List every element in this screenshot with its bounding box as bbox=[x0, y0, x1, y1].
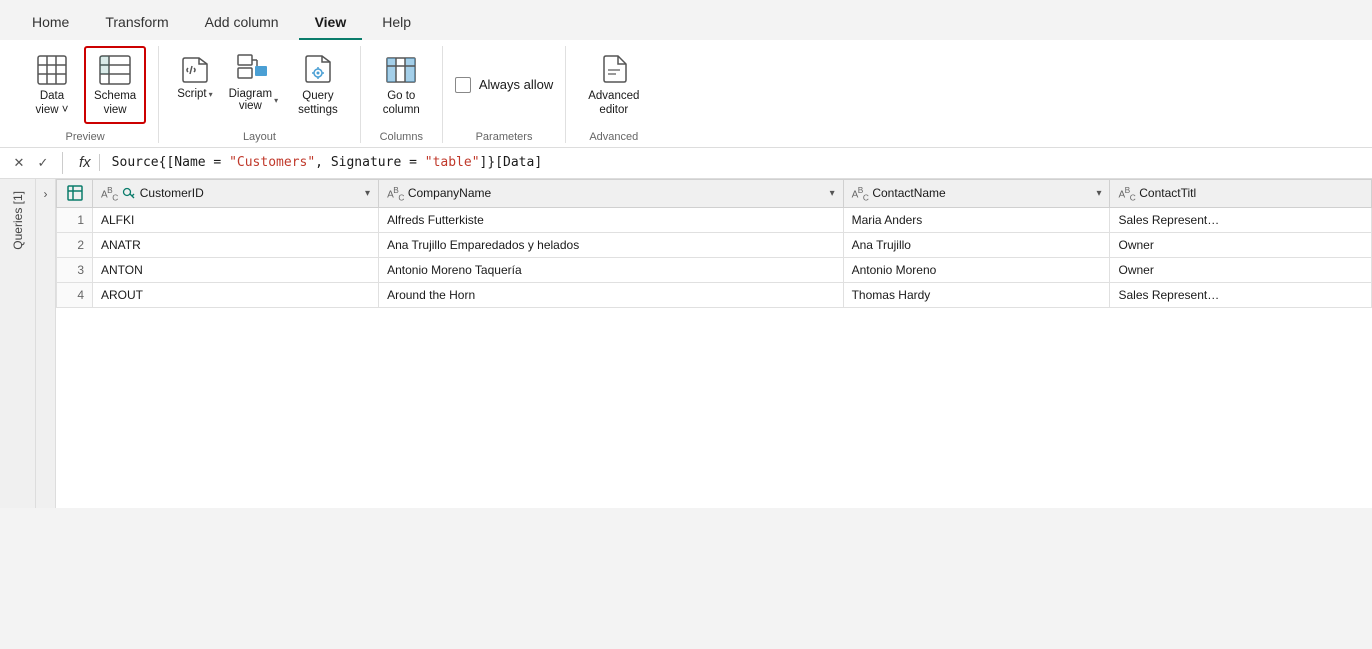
col-name-contacttitle: ContactTitl bbox=[1139, 186, 1196, 200]
preview-group-label: Preview bbox=[24, 128, 146, 143]
schema-icon bbox=[97, 52, 133, 88]
settings-icon bbox=[300, 52, 336, 88]
formula-controls: ✕ ✓ bbox=[8, 152, 63, 174]
schema-view-button[interactable]: Schemaview bbox=[84, 46, 146, 124]
formula-fx-label: fx bbox=[71, 154, 100, 171]
formula-bar: ✕ ✓ fx Source{[Name = "Customers", Signa… bbox=[0, 148, 1372, 179]
advanced-group-label: Advanced bbox=[578, 128, 649, 143]
contactname-dropdown[interactable]: ▾ bbox=[1096, 188, 1101, 199]
ribbon-group-advanced: Advancededitor Advanced bbox=[566, 46, 661, 143]
script-button[interactable]: Script ▾ bbox=[171, 46, 218, 102]
ribbon-group-layout: Script ▾ bbox=[159, 46, 361, 143]
cell-companyname-4: Around the Horn bbox=[379, 282, 844, 307]
table-row: 4 AROUT Around the Horn Thomas Hardy Sal… bbox=[57, 282, 1372, 307]
ribbon: Dataview ˅ bbox=[0, 40, 1372, 148]
script-dropdown-arrow: ▾ bbox=[209, 90, 213, 99]
go-to-column-button[interactable]: Go tocolumn bbox=[373, 46, 430, 124]
tab-home[interactable]: Home bbox=[16, 8, 85, 40]
tab-help[interactable]: Help bbox=[366, 8, 427, 40]
schema-view-label: Schemaview bbox=[94, 90, 136, 118]
parameters-group-label: Parameters bbox=[455, 128, 553, 143]
data-view-label: Dataview ˅ bbox=[36, 90, 69, 118]
key-icon bbox=[122, 186, 136, 200]
cell-companyname-3: Antonio Moreno Taquería bbox=[379, 257, 844, 282]
expand-panel-button[interactable]: › bbox=[36, 179, 56, 508]
formula-expression: Source{[Name = "Customers", Signature = … bbox=[108, 153, 1364, 172]
cell-contacttitle-1: Sales Represent… bbox=[1110, 207, 1372, 232]
formula-confirm-button[interactable]: ✓ bbox=[32, 152, 54, 174]
tab-add-column[interactable]: Add column bbox=[189, 8, 295, 40]
table-header-row: ABC CustomerID ▾ ABC bbox=[57, 179, 1372, 207]
nav-tabs: Home Transform Add column View Help bbox=[0, 0, 1372, 40]
companyname-dropdown[interactable]: ▾ bbox=[830, 188, 835, 199]
script-icon bbox=[179, 54, 211, 86]
col-name-contactname: ContactName bbox=[872, 186, 945, 200]
cell-customerid-4: AROUT bbox=[93, 282, 379, 307]
col-type-contacttitle: ABC bbox=[1118, 185, 1135, 202]
query-settings-button[interactable]: Querysettings bbox=[288, 46, 348, 124]
col-header-customerid[interactable]: ABC CustomerID ▾ bbox=[93, 179, 379, 207]
cell-contactname-2: Ana Trujillo bbox=[843, 232, 1110, 257]
ribbon-group-preview: Dataview ˅ bbox=[12, 46, 159, 143]
diagram-icon bbox=[235, 50, 271, 86]
cell-contactname-1: Maria Anders bbox=[843, 207, 1110, 232]
col-name-companyname: CompanyName bbox=[408, 186, 491, 200]
advanced-icon bbox=[596, 52, 632, 88]
columns-group-label: Columns bbox=[373, 128, 430, 143]
goto-icon bbox=[383, 52, 419, 88]
table-body: 1 ALFKI Alfreds Futterkiste Maria Anders… bbox=[57, 207, 1372, 307]
script-label: Script bbox=[177, 88, 206, 100]
cell-customerid-3: ANTON bbox=[93, 257, 379, 282]
tab-transform[interactable]: Transform bbox=[89, 8, 184, 40]
cell-contactname-3: Antonio Moreno bbox=[843, 257, 1110, 282]
data-view-button[interactable]: Dataview ˅ bbox=[24, 46, 80, 124]
go-to-column-label: Go tocolumn bbox=[383, 90, 420, 118]
table-row: 1 ALFKI Alfreds Futterkiste Maria Anders… bbox=[57, 207, 1372, 232]
row-num-2: 2 bbox=[57, 232, 93, 257]
queries-sidebar: Queries [1] bbox=[0, 179, 36, 508]
col-header-contacttitle[interactable]: ABC ContactTitl bbox=[1110, 179, 1372, 207]
cell-customerid-2: ANATR bbox=[93, 232, 379, 257]
always-allow-label: Always allow bbox=[479, 77, 553, 92]
col-header-companyname[interactable]: ABC CompanyName ▾ bbox=[379, 179, 844, 207]
cell-customerid-1: ALFKI bbox=[93, 207, 379, 232]
table-icon-header bbox=[57, 179, 93, 207]
col-name-customerid: CustomerID bbox=[140, 186, 204, 200]
diagram-dropdown-arrow: ▾ bbox=[274, 96, 278, 105]
data-table: ABC CustomerID ▾ ABC bbox=[56, 179, 1372, 308]
col-type-contactname: ABC bbox=[852, 185, 869, 202]
expand-arrow-icon: › bbox=[44, 187, 48, 201]
always-allow-checkbox[interactable] bbox=[455, 77, 471, 93]
cell-contacttitle-4: Sales Represent… bbox=[1110, 282, 1372, 307]
cell-contactname-4: Thomas Hardy bbox=[843, 282, 1110, 307]
ribbon-group-parameters: Always allow Parameters bbox=[443, 46, 566, 143]
data-table-container: ABC CustomerID ▾ ABC bbox=[56, 179, 1372, 508]
cell-contacttitle-3: Owner bbox=[1110, 257, 1372, 282]
row-num-3: 3 bbox=[57, 257, 93, 282]
always-allow-row[interactable]: Always allow bbox=[455, 73, 553, 97]
row-num-1: 1 bbox=[57, 207, 93, 232]
formula-cancel-button[interactable]: ✕ bbox=[8, 152, 30, 174]
ribbon-group-columns: Go tocolumn Columns bbox=[361, 46, 443, 143]
customerid-dropdown[interactable]: ▾ bbox=[365, 188, 370, 199]
main-area: Queries [1] › bbox=[0, 179, 1372, 508]
col-type-customerid: ABC bbox=[101, 185, 118, 202]
row-num-4: 4 bbox=[57, 282, 93, 307]
cell-contacttitle-2: Owner bbox=[1110, 232, 1372, 257]
cell-companyname-1: Alfreds Futterkiste bbox=[379, 207, 844, 232]
advanced-editor-button[interactable]: Advancededitor bbox=[578, 46, 649, 124]
grid-icon bbox=[34, 52, 70, 88]
advanced-editor-label: Advancededitor bbox=[588, 90, 639, 118]
diagram-view-label: Diagramview bbox=[229, 88, 272, 112]
tab-view[interactable]: View bbox=[299, 8, 363, 40]
table-row: 2 ANATR Ana Trujillo Emparedados y helad… bbox=[57, 232, 1372, 257]
cell-companyname-2: Ana Trujillo Emparedados y helados bbox=[379, 232, 844, 257]
queries-label: Queries [1] bbox=[11, 191, 25, 250]
col-type-companyname: ABC bbox=[387, 185, 404, 202]
query-settings-label: Querysettings bbox=[298, 90, 338, 118]
diagram-view-button[interactable]: Diagramview ▾ bbox=[223, 46, 284, 114]
col-header-contactname[interactable]: ABC ContactName ▾ bbox=[843, 179, 1110, 207]
table-row: 3 ANTON Antonio Moreno Taquería Antonio … bbox=[57, 257, 1372, 282]
layout-group-label: Layout bbox=[171, 128, 348, 143]
